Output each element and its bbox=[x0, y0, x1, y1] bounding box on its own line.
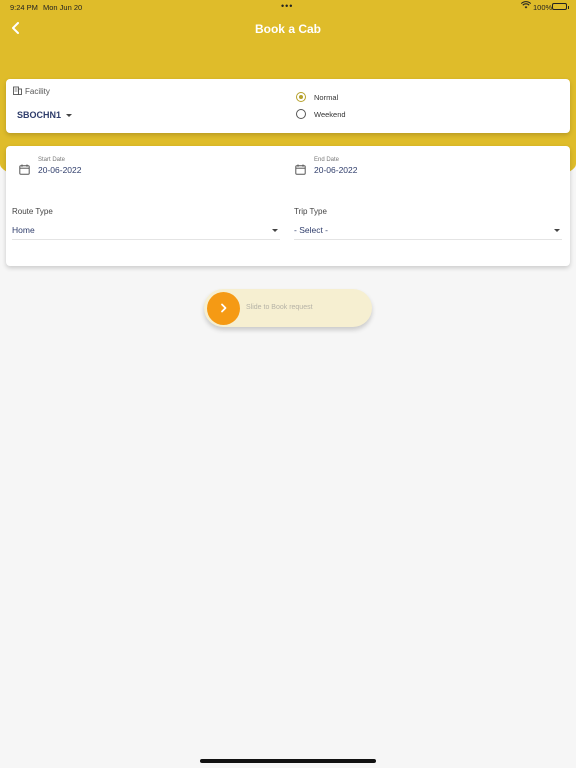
radio-unchecked-icon bbox=[296, 109, 306, 119]
slide-to-book-track[interactable]: Slide to Book request bbox=[204, 289, 372, 327]
route-type-value: Home bbox=[12, 225, 35, 235]
facility-label-row: Facility bbox=[13, 86, 50, 97]
wifi-icon bbox=[520, 1, 532, 11]
start-date-label: Start Date bbox=[38, 157, 66, 163]
caret-down-icon bbox=[66, 113, 73, 117]
trip-type-label: Trip Type bbox=[294, 207, 327, 216]
page-title: Book a Cab bbox=[254, 22, 321, 36]
chevron-right-icon bbox=[220, 300, 228, 318]
start-date-value: 20-06-2022 bbox=[38, 165, 82, 175]
battery-icon bbox=[552, 3, 569, 10]
calendar-icon bbox=[295, 162, 306, 180]
radio-normal-label: Normal bbox=[314, 92, 339, 102]
battery-percent: 100% bbox=[533, 3, 553, 12]
status-time: 9:24 PM bbox=[10, 3, 38, 12]
building-icon bbox=[13, 86, 22, 97]
status-bar: 9:24 PM Mon Jun 20 ••• 100% bbox=[0, 0, 576, 14]
caret-down-icon bbox=[554, 229, 560, 232]
route-type-select[interactable]: Home bbox=[12, 224, 280, 240]
radio-checked-icon bbox=[296, 92, 306, 102]
status-date: Mon Jun 20 bbox=[43, 3, 83, 12]
slide-to-book-label: Slide to Book request bbox=[246, 304, 313, 311]
route-type-label: Route Type bbox=[12, 207, 53, 216]
facility-label: Facility bbox=[25, 87, 50, 96]
radio-weekend-label: Weekend bbox=[314, 109, 346, 119]
booking-details-card: Start Date 20-06-2022 End Date 20-06-202… bbox=[6, 146, 570, 266]
calendar-icon bbox=[19, 162, 30, 180]
end-date-value: 20-06-2022 bbox=[314, 165, 358, 175]
trip-type-select[interactable]: - Select - bbox=[294, 224, 562, 240]
radio-normal[interactable]: Normal bbox=[296, 92, 338, 102]
slide-knob[interactable] bbox=[207, 292, 240, 325]
home-indicator[interactable] bbox=[200, 759, 376, 763]
radio-weekend[interactable]: Weekend bbox=[296, 109, 346, 119]
end-date-label: End Date bbox=[314, 157, 340, 163]
facility-value: SBOCHN1 bbox=[17, 110, 62, 120]
end-date-field[interactable]: End Date 20-06-2022 bbox=[295, 156, 357, 180]
start-date-field[interactable]: Start Date 20-06-2022 bbox=[19, 156, 81, 180]
facility-dropdown[interactable]: SBOCHN1 bbox=[17, 110, 73, 120]
trip-type-value: - Select - bbox=[294, 225, 329, 235]
caret-down-icon bbox=[272, 229, 278, 232]
facility-card: Facility SBOCHN1 Normal Weekend bbox=[6, 79, 570, 133]
multitasking-dots[interactable]: ••• bbox=[281, 1, 293, 11]
